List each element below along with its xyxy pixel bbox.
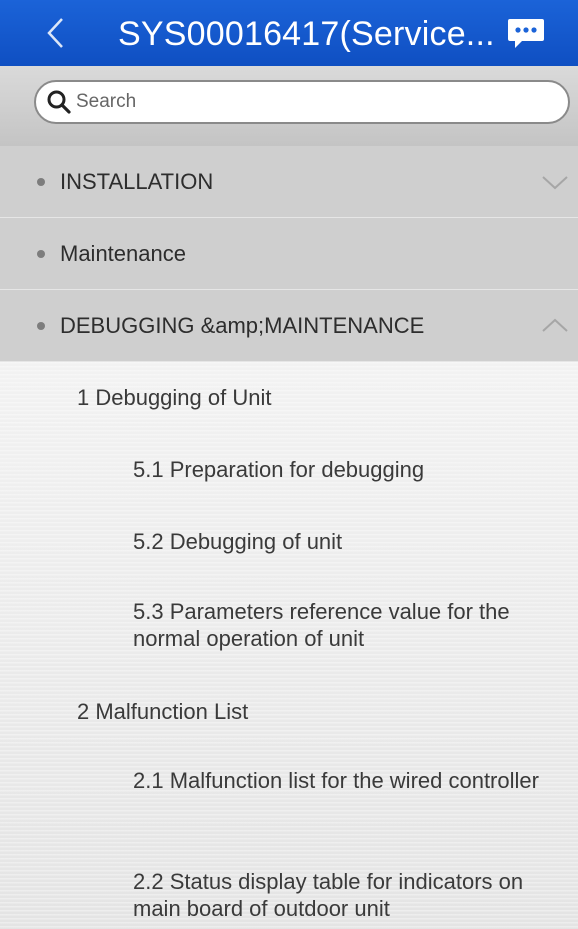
list-item[interactable]: 5.3 Parameters reference value for the n… bbox=[133, 598, 573, 652]
bullet-icon bbox=[37, 250, 45, 258]
category-label: Maintenance bbox=[60, 241, 186, 266]
category-maintenance[interactable]: Maintenance bbox=[0, 218, 578, 290]
list-item[interactable]: 2.1 Malfunction list for the wired contr… bbox=[133, 767, 573, 794]
chat-bubble-icon bbox=[508, 19, 544, 48]
search-bar bbox=[0, 66, 578, 146]
back-button[interactable] bbox=[30, 8, 80, 58]
list-item[interactable]: 2.2 Status display table for indicators … bbox=[133, 868, 573, 922]
bullet-icon bbox=[37, 178, 45, 186]
chevron-down-icon bbox=[542, 176, 568, 190]
list-item[interactable]: 1 Debugging of Unit bbox=[77, 384, 271, 411]
top-bar: SYS00016417(Service... bbox=[0, 0, 578, 66]
chevron-up-icon bbox=[542, 318, 568, 332]
chevron-left-icon bbox=[47, 18, 63, 48]
search-input[interactable] bbox=[72, 91, 536, 113]
search-icon bbox=[46, 89, 72, 115]
category-installation[interactable]: INSTALLATION bbox=[0, 146, 578, 218]
list-item[interactable]: 5.2 Debugging of unit bbox=[133, 528, 573, 555]
debugging-item-list: 1 Debugging of Unit 5.1 Preparation for … bbox=[0, 362, 578, 929]
chat-button[interactable] bbox=[502, 14, 550, 54]
category-debugging-maintenance[interactable]: DEBUGGING &amp;MAINTENANCE bbox=[0, 290, 578, 362]
app-screen: SYS00016417(Service... INSTALLATION bbox=[0, 0, 578, 929]
list-item[interactable]: 5.1 Preparation for debugging bbox=[133, 456, 573, 483]
category-label: INSTALLATION bbox=[60, 169, 214, 194]
page-title: SYS00016417(Service... bbox=[118, 15, 495, 53]
search-field[interactable] bbox=[34, 80, 570, 124]
list-item[interactable]: 2 Malfunction List bbox=[77, 698, 248, 725]
bullet-icon bbox=[37, 322, 45, 330]
category-label: DEBUGGING &amp;MAINTENANCE bbox=[60, 313, 425, 338]
